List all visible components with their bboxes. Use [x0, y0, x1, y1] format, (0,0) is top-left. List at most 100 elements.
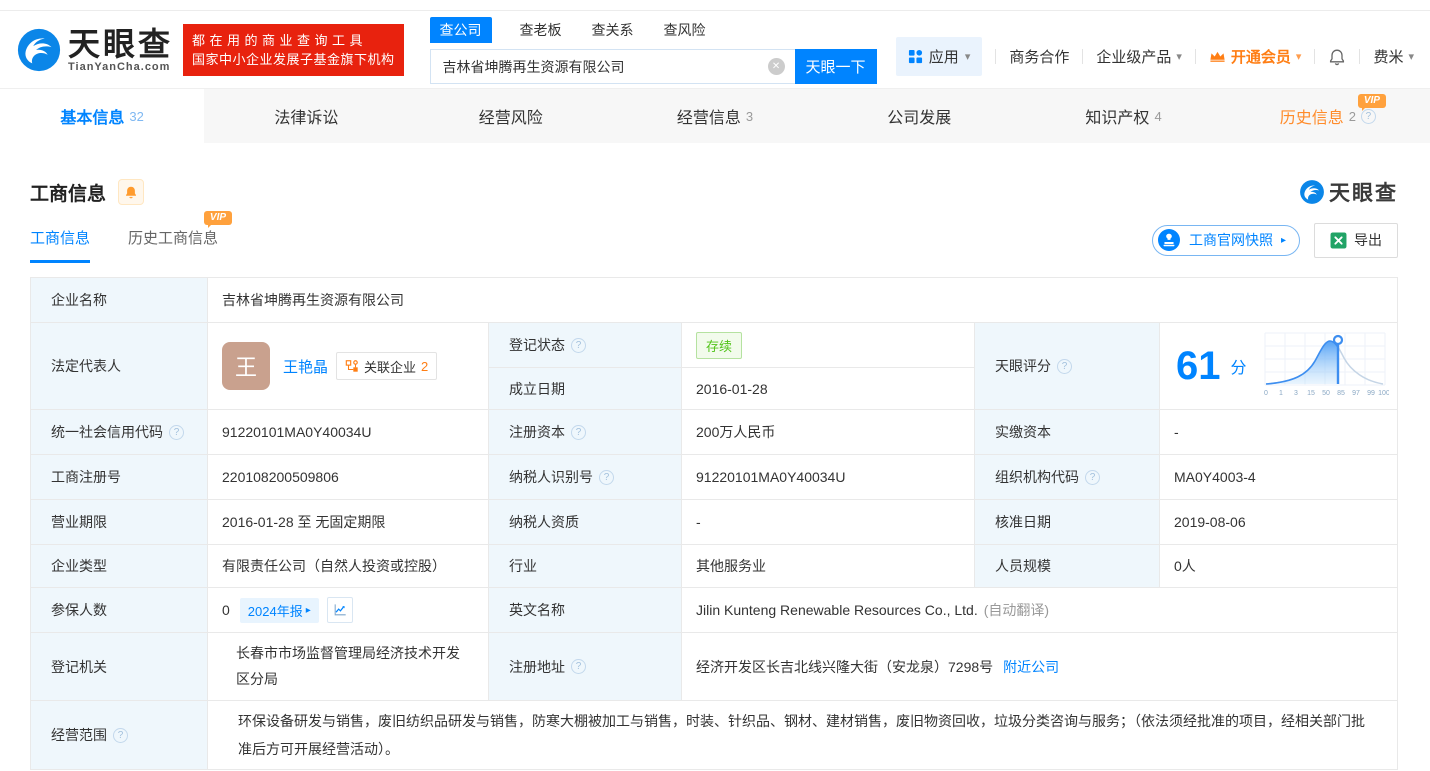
help-icon[interactable]: ?: [571, 425, 586, 440]
tab-operation-info[interactable]: 经营信息 3: [613, 89, 817, 143]
help-icon[interactable]: ?: [113, 728, 128, 743]
field-label-establish-date: 成立日期: [489, 368, 682, 410]
auto-translate-note: (自动翻译): [984, 600, 1049, 620]
search-input[interactable]: [430, 49, 795, 84]
search-tab-company[interactable]: 查公司: [430, 17, 492, 43]
industry: 其他服务业: [696, 556, 766, 576]
search-tab-risk[interactable]: 查风险: [662, 17, 708, 43]
business-scope: 环保设备研发与销售，废旧纺织品研发与销售，防寒大棚被加工与销售，时装、针织品、钢…: [222, 697, 1383, 771]
field-label-paid-capital: 实缴资本: [975, 410, 1160, 455]
field-label-industry: 行业: [489, 545, 682, 588]
search-tabs: 查公司 查老板 查关系 查风险: [430, 17, 877, 43]
subtab-history-business-info[interactable]: VIP 历史工商信息: [128, 227, 218, 263]
clear-search-icon[interactable]: ✕: [768, 58, 785, 75]
tab-company-development[interactable]: 公司发展: [817, 89, 1021, 143]
registered-capital: 200万人民币: [696, 422, 775, 442]
field-value-credit-code: 91220101MA0Y40034U: [208, 410, 489, 455]
field-value-taxpayer-id: 91220101MA0Y40034U: [682, 455, 975, 500]
svg-text:100: 100: [1378, 390, 1389, 397]
label-text: 注册地址: [509, 657, 565, 677]
tab-intellectual-property[interactable]: 知识产权 4: [1021, 89, 1225, 143]
chevron-down-icon: ▾: [1296, 50, 1302, 63]
field-label-registered-address: 注册地址 ?: [489, 633, 682, 701]
chevron-down-icon: ▾: [965, 50, 971, 63]
tab-operation-risk[interactable]: 经营风险: [409, 89, 613, 143]
help-icon[interactable]: ?: [1085, 470, 1100, 485]
notification-bell-icon[interactable]: [1328, 48, 1346, 66]
chevron-right-icon: ▸: [1281, 235, 1286, 246]
field-value-staff-size: 0人: [1160, 545, 1397, 588]
section-header: 工商信息 天眼查: [0, 143, 1430, 207]
svg-text:85: 85: [1337, 390, 1345, 397]
svg-text:1: 1: [1279, 390, 1283, 397]
label-text: 人员规模: [995, 556, 1051, 576]
snapshot-label: 工商官网快照: [1189, 230, 1273, 250]
tianyancha-logo[interactable]: 天眼查 TianYanCha.com: [16, 27, 173, 73]
tab-label: 基本信息: [60, 104, 124, 128]
nearby-companies-link[interactable]: 附近公司: [1003, 657, 1059, 677]
excel-icon: [1330, 232, 1347, 249]
official-snapshot-button[interactable]: 工商官网快照 ▸: [1152, 225, 1300, 256]
field-label-company-type: 企业类型: [31, 545, 208, 588]
label-text: 天眼评分: [995, 356, 1051, 376]
help-icon[interactable]: ?: [571, 338, 586, 353]
field-label-business-term: 营业期限: [31, 500, 208, 545]
field-label-tianyan-score: 天眼评分 ?: [975, 323, 1160, 410]
top-navigation: 应用 ▾ 商务合作 企业级产品 ▾ 开通会员 ▾ 费米: [896, 37, 1414, 76]
help-icon[interactable]: ?: [571, 659, 586, 674]
nav-enterprise-products[interactable]: 企业级产品 ▾: [1096, 46, 1182, 67]
subtab-label: 历史工商信息: [128, 230, 218, 247]
status-badge: 存续: [696, 332, 742, 359]
tab-history-info[interactable]: VIP 历史信息 2 ?: [1226, 89, 1430, 143]
tianyancha-logo-icon: [1299, 179, 1325, 205]
credit-code: 91220101MA0Y40034U: [222, 424, 371, 440]
avatar[interactable]: 王: [222, 342, 270, 390]
legal-representative-link[interactable]: 王艳晶: [283, 356, 328, 377]
nav-user-menu[interactable]: 费米 ▾: [1373, 46, 1414, 67]
field-label-taxpayer-id: 纳税人识别号 ?: [489, 455, 682, 500]
field-value-registered-capital: 200万人民币: [682, 410, 975, 455]
related-companies-badge[interactable]: 关联企业 2: [336, 352, 437, 380]
field-label-staff-size: 人员规模: [975, 545, 1160, 588]
score-value: 61: [1176, 346, 1221, 386]
help-icon[interactable]: ?: [599, 470, 614, 485]
bell-icon: [124, 185, 138, 199]
export-button[interactable]: 导出: [1314, 223, 1398, 258]
stamp-icon: [1157, 228, 1181, 252]
field-value-taxpayer-quality: -: [682, 500, 975, 545]
search-tab-relation[interactable]: 查关系: [590, 17, 636, 43]
tab-legal-lawsuits[interactable]: 法律诉讼: [204, 89, 408, 143]
search-tab-boss[interactable]: 查老板: [518, 17, 564, 43]
tab-count: 32: [129, 109, 143, 124]
nav-divider: [1314, 49, 1315, 64]
subtab-business-info[interactable]: 工商信息: [30, 227, 90, 263]
field-label-business-scope: 经营范围 ?: [31, 701, 208, 769]
tab-basic-info[interactable]: 基本信息 32: [0, 89, 204, 143]
search-button[interactable]: 天眼一下: [795, 49, 877, 84]
field-value-business-scope: 环保设备研发与销售，废旧纺织品研发与销售，防寒大棚被加工与销售，时装、针织品、钢…: [208, 701, 1397, 769]
field-value-tianyan-score[interactable]: 61 分: [1160, 323, 1397, 410]
tab-label: 经营信息: [677, 104, 741, 128]
svg-text:99: 99: [1367, 390, 1375, 397]
field-value-english-name: Jilin Kunteng Renewable Resources Co., L…: [682, 588, 1397, 633]
field-value-business-term: 2016-01-28 至 无固定期限: [208, 500, 489, 545]
tianyancha-logo-icon: [16, 27, 62, 73]
business-term: 2016-01-28 至 无固定期限: [222, 512, 385, 532]
field-label-registration-number: 工商注册号: [31, 455, 208, 500]
trend-chart-button[interactable]: [327, 597, 353, 623]
top-header: 天眼查 TianYanCha.com 都在用的商业查询工具 国家中小企业发展子基…: [0, 10, 1430, 88]
label-text: 核准日期: [995, 512, 1051, 532]
field-value-registration-status: 存续: [682, 323, 975, 368]
nav-biz-cooperation[interactable]: 商务合作: [1009, 46, 1069, 67]
business-info-table: 企业名称 吉林省坤腾再生资源有限公司 法定代表人 王 王艳晶 关联企业 2 登记…: [30, 277, 1398, 770]
apps-menu-button[interactable]: 应用 ▾: [896, 37, 983, 76]
monitor-bell-button[interactable]: [118, 179, 144, 205]
vip-label: 开通会员: [1231, 46, 1291, 67]
nav-divider: [1082, 49, 1083, 64]
nav-open-vip[interactable]: 开通会员 ▾: [1209, 46, 1302, 67]
annual-report-badge[interactable]: 2024年报 ▸: [240, 598, 319, 623]
score-distribution-chart: 0 1 3 15 50 85 97 99 100: [1261, 332, 1389, 401]
help-icon[interactable]: ?: [1057, 359, 1072, 374]
tab-label: 知识产权: [1085, 104, 1149, 128]
help-icon[interactable]: ?: [169, 425, 184, 440]
